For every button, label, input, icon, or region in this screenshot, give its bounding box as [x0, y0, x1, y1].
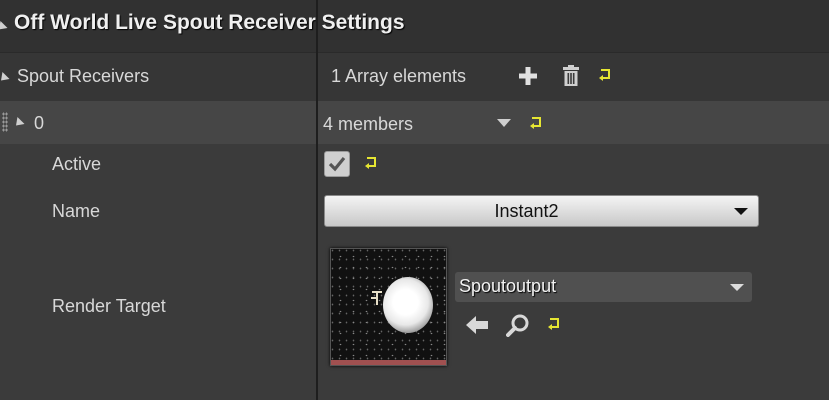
- members-count-text: 4 members: [323, 114, 414, 134]
- column-splitter[interactable]: [316, 0, 318, 400]
- spout-receivers-row: Spout Receivers 1 Array elements: [0, 53, 829, 101]
- chevron-down-icon: [730, 284, 744, 291]
- render-target-thumbnail[interactable]: [330, 248, 447, 366]
- array-count-text: 1 Array elements: [331, 66, 467, 86]
- checkmark-icon: [328, 156, 346, 172]
- reset-to-default-icon[interactable]: [598, 68, 612, 82]
- expand-receivers-icon[interactable]: [0, 71, 10, 85]
- active-label: Active: [52, 154, 102, 174]
- thumbnail-marker-icon: [371, 291, 382, 305]
- drag-handle-icon[interactable]: [2, 112, 8, 132]
- element-options-arrow-icon[interactable]: [497, 119, 511, 127]
- render-target-asset-picker[interactable]: Spoutoutput: [455, 272, 752, 302]
- render-target-label: Render Target: [52, 296, 166, 316]
- details-panel: Off World Live Spout Receiver Settings S…: [0, 0, 829, 400]
- collapse-arrow-icon[interactable]: [0, 20, 8, 34]
- chevron-down-icon: [734, 208, 748, 215]
- thumbnail-asset-type-bar: [331, 360, 446, 365]
- delete-icon[interactable]: [561, 65, 581, 87]
- name-label: Name: [52, 201, 101, 221]
- add-icon[interactable]: [518, 66, 538, 86]
- category-header[interactable]: Off World Live Spout Receiver Settings: [0, 0, 829, 53]
- reset-to-default-icon[interactable]: [364, 156, 378, 170]
- expand-element-icon[interactable]: [12, 116, 25, 130]
- name-dropdown-value: Instant2: [494, 201, 559, 221]
- active-checkbox[interactable]: [324, 151, 350, 177]
- reset-to-default-icon[interactable]: [529, 116, 543, 130]
- reset-to-default-icon[interactable]: [547, 317, 561, 331]
- name-dropdown[interactable]: Instant2: [324, 195, 759, 227]
- browse-search-icon[interactable]: [506, 313, 530, 337]
- category-title: Off World Live Spout Receiver Settings: [14, 11, 405, 34]
- spout-receivers-label: Spout Receivers: [17, 66, 150, 86]
- use-selected-arrow-icon[interactable]: [465, 314, 489, 336]
- render-target-asset-name: Spoutoutput: [459, 276, 557, 296]
- element-index-label: 0: [34, 113, 45, 133]
- thumbnail-preview-image: [383, 277, 433, 333]
- array-element-row: 0 4 members: [0, 101, 829, 144]
